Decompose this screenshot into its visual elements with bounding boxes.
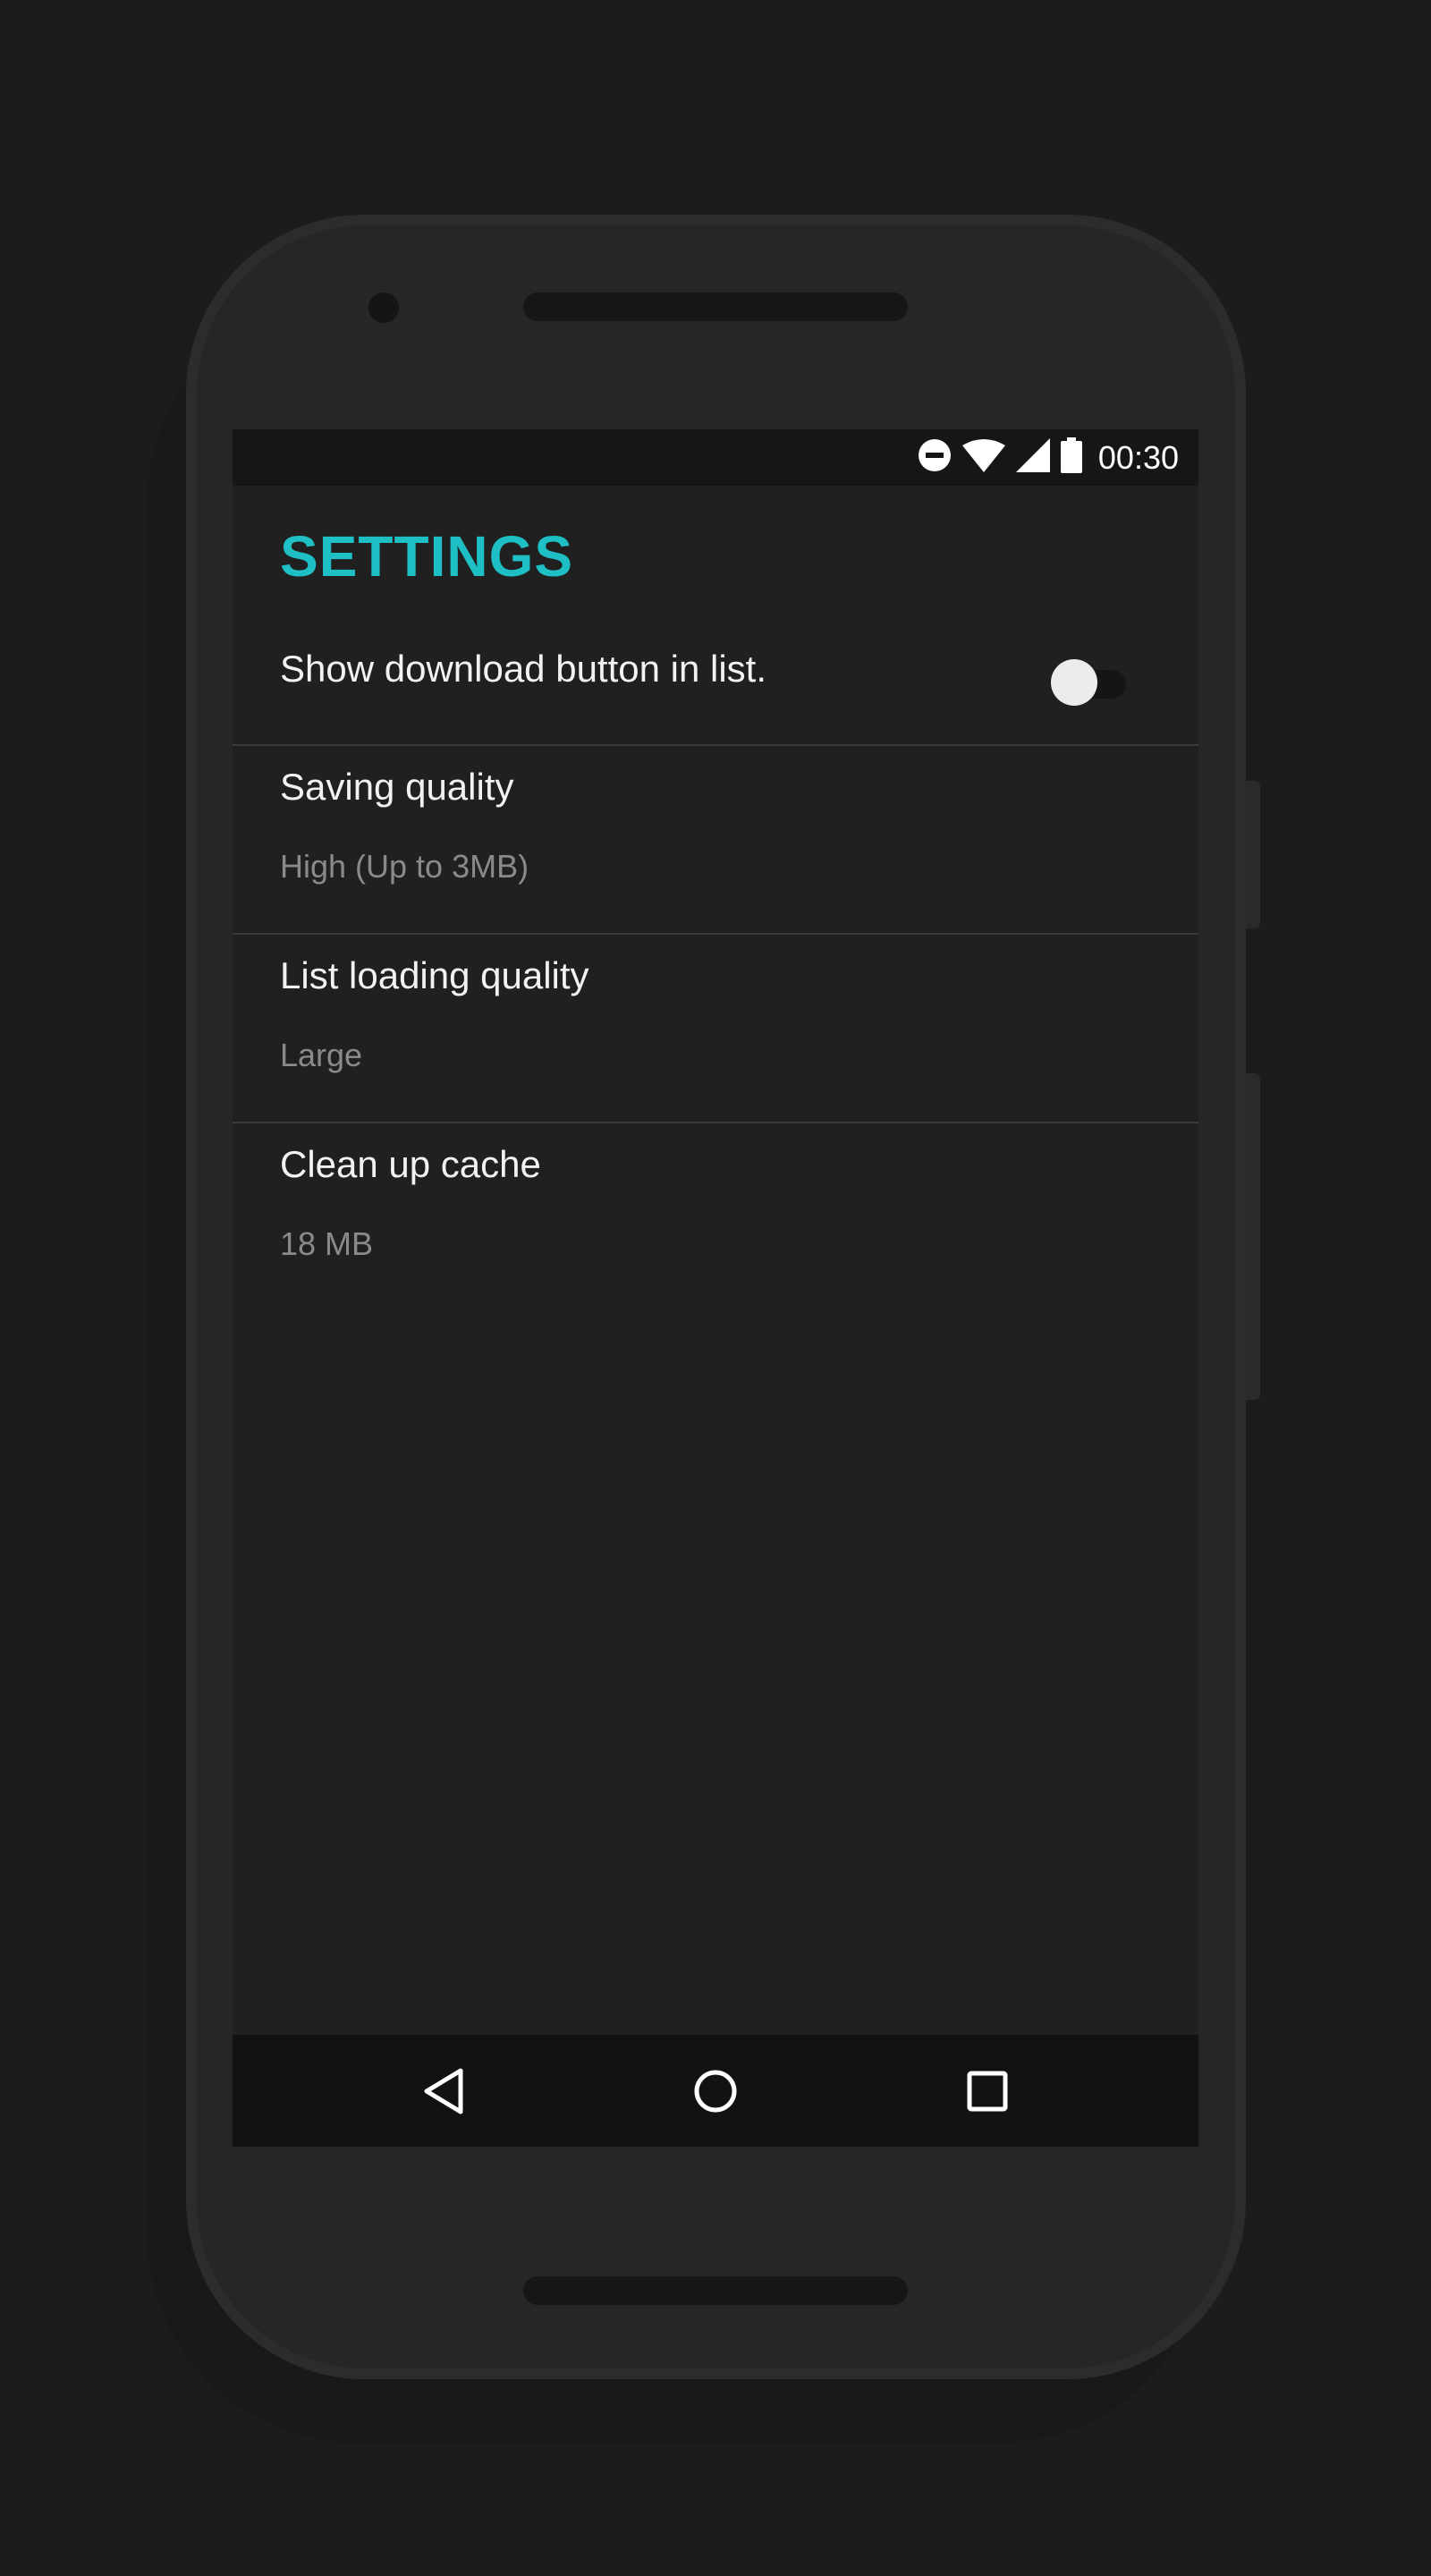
- battery-icon: [1060, 437, 1082, 478]
- pref-label-clean-up-cache: Clean up cache: [280, 1143, 541, 1185]
- pref-summary-clean-up-cache: 18 MB: [280, 1225, 374, 1262]
- front-camera: [368, 292, 399, 323]
- toggle-thumb: [1051, 659, 1097, 706]
- pref-clean-up-cache[interactable]: Clean up cache 18 MB: [233, 1123, 1198, 1309]
- volume-rocker: [1246, 1073, 1260, 1400]
- pref-label-saving-quality: Saving quality: [280, 766, 514, 808]
- pref-list-loading-quality[interactable]: List loading quality Large: [233, 935, 1198, 1121]
- navigation-bar: [233, 2035, 1198, 2147]
- power-button: [1246, 781, 1260, 928]
- do-not-disturb-icon: [918, 438, 952, 477]
- pref-summary-list-loading-quality: Large: [280, 1037, 363, 1073]
- pref-label-list-loading-quality: List loading quality: [280, 954, 589, 996]
- wifi-icon: [961, 438, 1005, 477]
- pref-label-show-download-button: Show download button in list.: [280, 648, 767, 690]
- bottom-speaker: [523, 2276, 908, 2305]
- status-time: 00:30: [1097, 438, 1179, 476]
- download-button-toggle[interactable]: [1051, 659, 1131, 708]
- status-bar: 00:30: [233, 429, 1198, 486]
- cell-signal-icon: [1015, 438, 1050, 477]
- pref-saving-quality[interactable]: Saving quality High (Up to 3MB): [233, 746, 1198, 932]
- home-icon[interactable]: [682, 2057, 749, 2125]
- back-icon[interactable]: [410, 2057, 478, 2125]
- pref-summary-saving-quality: High (Up to 3MB): [280, 848, 529, 885]
- recents-icon[interactable]: [953, 2057, 1021, 2125]
- earpiece-speaker: [523, 292, 908, 321]
- page-title: SETTINGS: [280, 524, 574, 589]
